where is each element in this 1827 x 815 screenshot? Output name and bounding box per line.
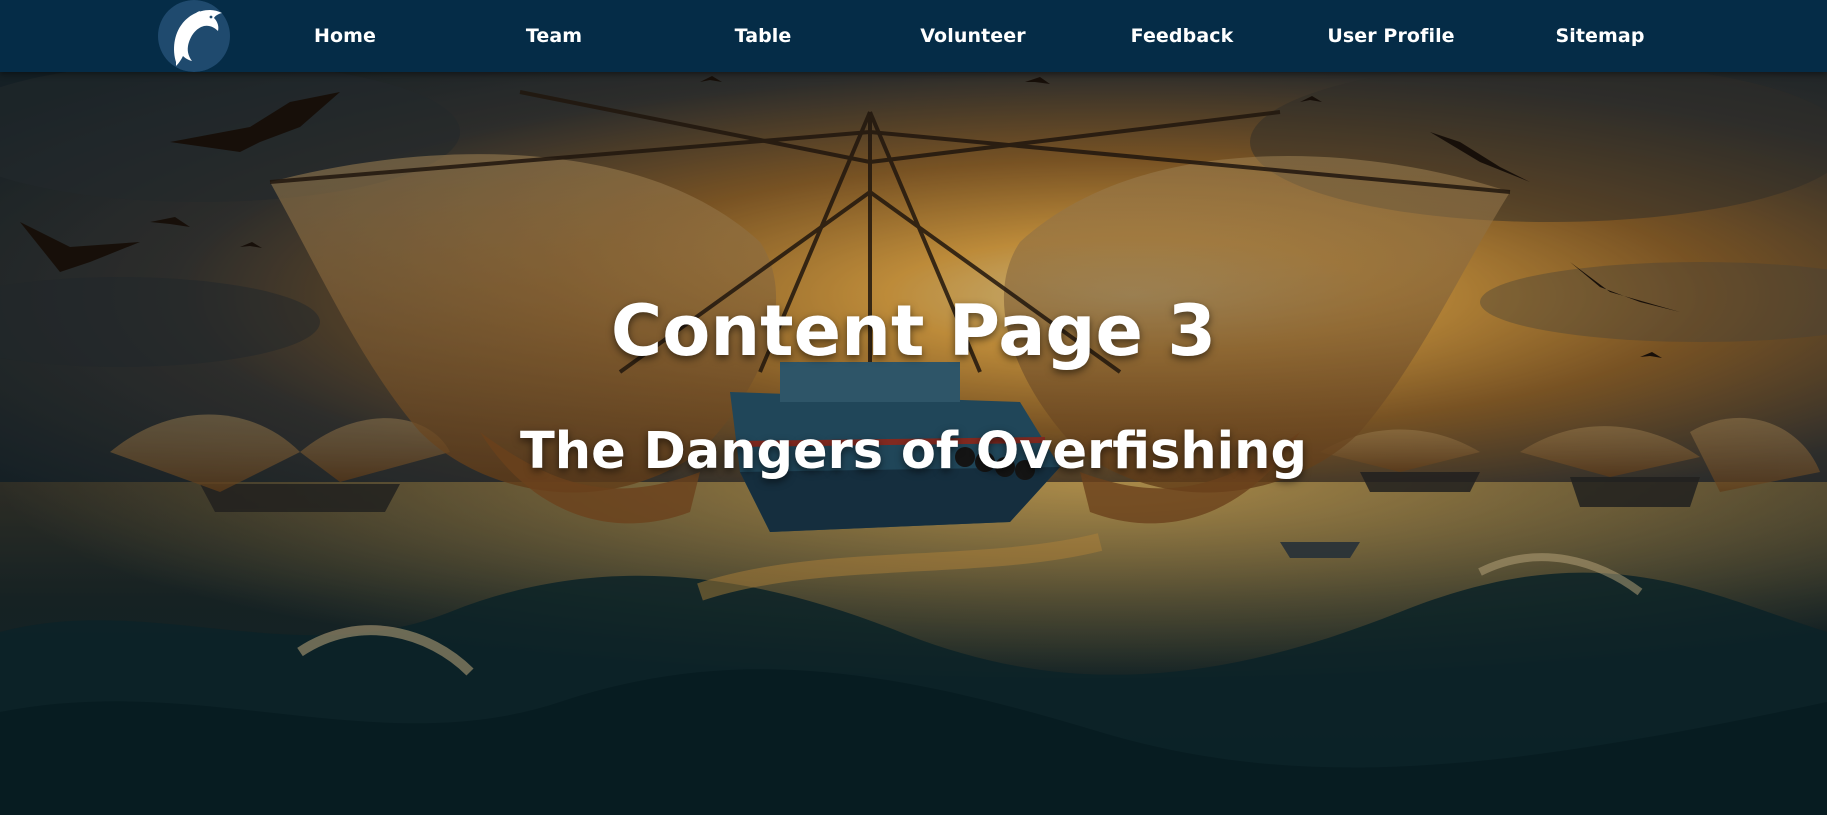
nav-table[interactable]: Table <box>678 0 848 72</box>
site-logo[interactable] <box>156 0 232 72</box>
nav-sitemap[interactable]: Sitemap <box>1515 0 1685 72</box>
nav-team[interactable]: Team <box>469 0 639 72</box>
top-navbar: Home Team Table Volunteer Feedback User … <box>0 0 1827 72</box>
nav-home[interactable]: Home <box>260 0 430 72</box>
page-subtitle: The Dangers of Overfishing <box>520 422 1307 481</box>
nav-user-profile[interactable]: User Profile <box>1306 0 1476 72</box>
nav-feedback[interactable]: Feedback <box>1097 0 1267 72</box>
page: Home Team Table Volunteer Feedback User … <box>0 0 1827 815</box>
dolphin-icon <box>158 0 230 72</box>
nav-volunteer[interactable]: Volunteer <box>888 0 1058 72</box>
page-title: Content Page 3 <box>610 290 1217 372</box>
hero-banner: Content Page 3 The Dangers of Overfishin… <box>0 72 1827 815</box>
